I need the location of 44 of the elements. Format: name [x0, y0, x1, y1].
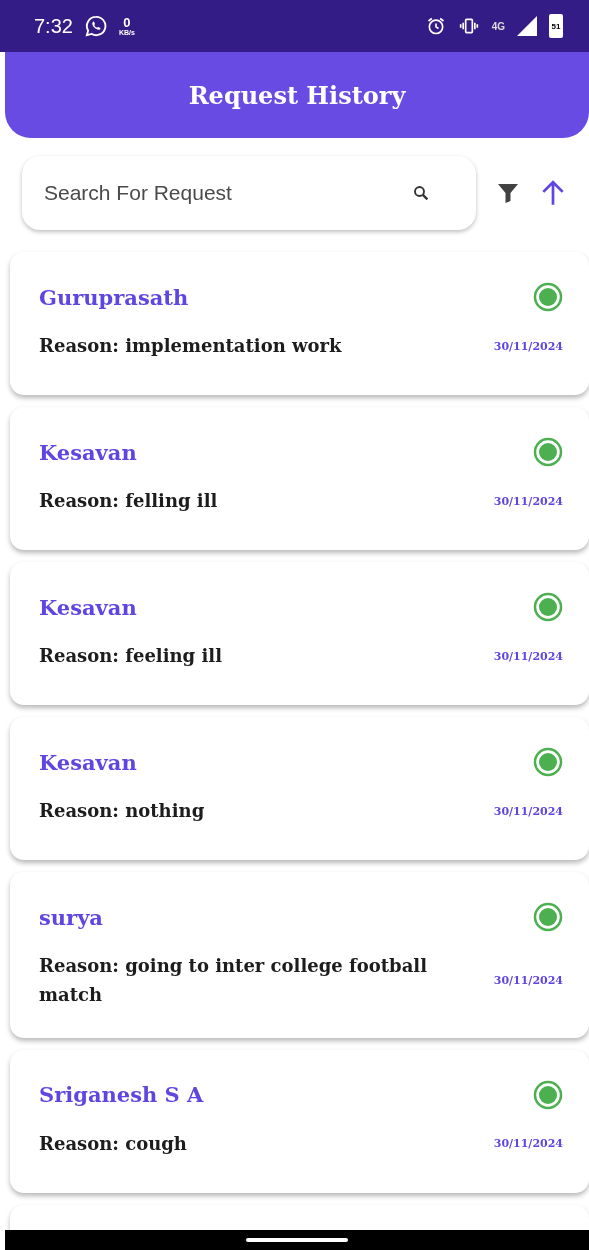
- request-reason: Reason: going to inter college football match: [39, 954, 428, 1007]
- vibrate-icon: [457, 16, 480, 36]
- search-icon: [412, 184, 430, 202]
- request-date: 30/11/2024: [493, 494, 563, 508]
- data-rate: 0: [123, 16, 131, 29]
- request-card[interactable]: surya Reason: going to inter college football match 30/11/2024: [10, 872, 589, 1038]
- requester-name: surya: [39, 904, 103, 930]
- request-date: 30/11/2024: [493, 1137, 563, 1151]
- request-card[interactable]: Kesavan Reason: nothing 30/11/2024: [10, 717, 589, 860]
- request-card[interactable]: Kesavan Reason: feeling ill 30/11/2024: [10, 562, 589, 705]
- requester-name: Guruprasath: [39, 284, 189, 310]
- request-date: 30/11/2024: [493, 804, 563, 818]
- battery-level: 51: [549, 14, 563, 38]
- request-date: 30/11/2024: [493, 339, 563, 353]
- status-dot-icon: [533, 1079, 563, 1110]
- page-title: Request History: [188, 80, 406, 110]
- status-dot-icon: [533, 902, 563, 932]
- request-date: 30/11/2024: [493, 974, 563, 988]
- network-type: 4G: [491, 20, 505, 32]
- search-field[interactable]: Search For Request: [22, 156, 476, 230]
- status-dot-icon: [533, 747, 563, 777]
- signal-icon: [517, 16, 537, 36]
- request-date: 30/11/2024: [493, 649, 563, 663]
- status-time: 7:32: [34, 14, 73, 38]
- requester-name: Sriganesh S A: [39, 1082, 204, 1108]
- status-dot-icon: [533, 282, 563, 312]
- request-card[interactable]: Guruprasath Reason: implementation work 30/11/2024: [10, 252, 589, 395]
- status-dot-icon: [533, 592, 563, 622]
- request-reason: Reason: nothing: [39, 799, 205, 823]
- request-reason: Reason: feeling ill: [39, 644, 222, 668]
- alarm-icon: [425, 16, 446, 36]
- home-handle[interactable]: [246, 1238, 348, 1242]
- requester-name: Kesavan: [39, 594, 137, 620]
- request-reason: Reason: implementation work: [39, 334, 342, 358]
- filter-icon[interactable]: [496, 181, 520, 205]
- request-card[interactable]: Sriganesh S A Reason: cough 30/11/2024: [10, 1049, 589, 1193]
- request-card[interactable]: Kesavan Reason: felling ill 30/11/2024: [10, 407, 589, 550]
- status-dot-icon: [533, 437, 563, 467]
- sort-up-icon[interactable]: [540, 179, 566, 207]
- requester-name: Kesavan: [39, 439, 137, 465]
- chat-icon: [84, 15, 107, 37]
- requester-name: Kesavan: [39, 749, 137, 775]
- request-reason: Reason: felling ill: [39, 489, 218, 513]
- request-reason: Reason: cough: [39, 1131, 187, 1156]
